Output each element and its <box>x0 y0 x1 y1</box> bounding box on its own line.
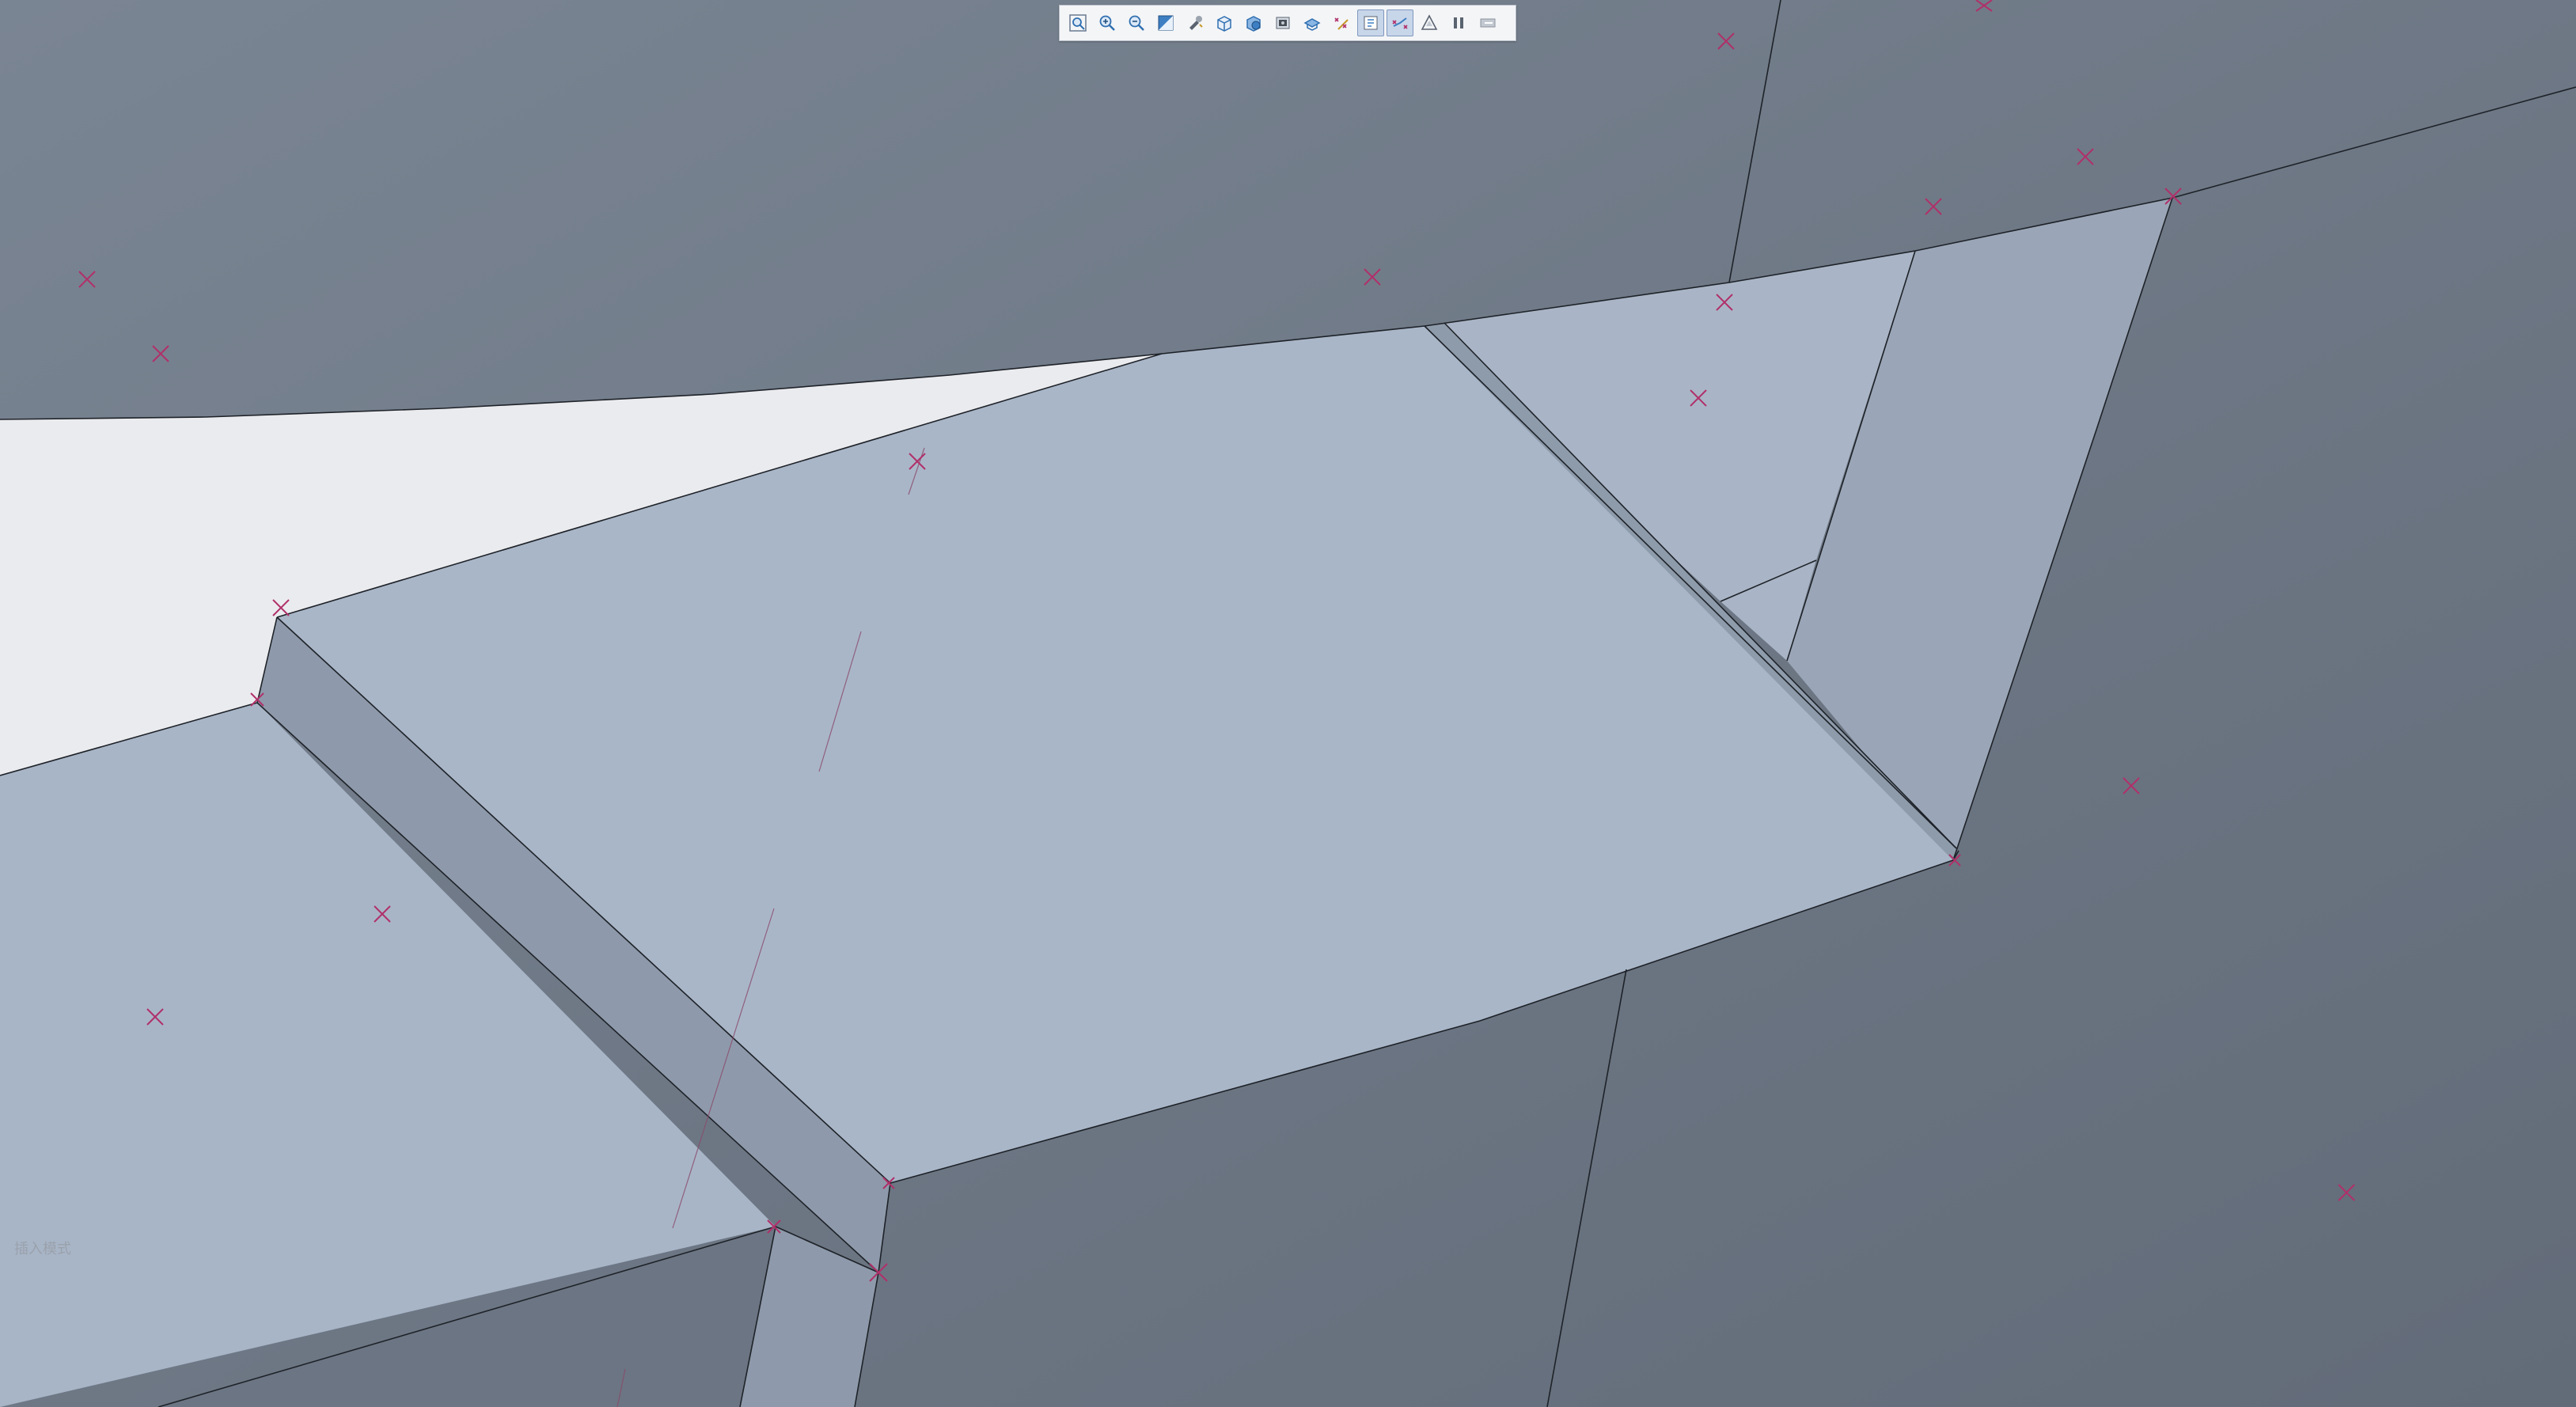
point-display-button[interactable] <box>1387 9 1413 36</box>
3d-viewport[interactable]: 插入模式 <box>0 0 2576 1407</box>
spin-center-button[interactable] <box>1182 9 1208 36</box>
annotation-display-button[interactable] <box>1357 9 1384 36</box>
zoom-out-icon <box>1129 15 1144 31</box>
pause-icon <box>1454 17 1463 28</box>
repaint-icon <box>1158 15 1174 31</box>
saved-orientation-icon <box>1303 18 1321 31</box>
csys-display-button[interactable] <box>1416 9 1443 36</box>
appearance-button[interactable] <box>1474 9 1501 36</box>
mode-status-label: 插入模式 <box>14 1241 71 1257</box>
spin-center-icon <box>1189 16 1203 30</box>
point-display-icon <box>1392 17 1408 29</box>
datum-display-button[interactable] <box>1328 9 1355 36</box>
zoom-in-icon <box>1099 15 1115 31</box>
view-manager-button[interactable] <box>1269 9 1296 36</box>
display-style-icon <box>1217 16 1231 32</box>
model-scene[interactable] <box>0 0 2576 1407</box>
view-manager-icon <box>1276 17 1290 29</box>
repaint-button[interactable] <box>1152 9 1179 36</box>
datum-display-icon <box>1334 17 1349 30</box>
zoom-in-button[interactable] <box>1094 9 1121 36</box>
zoom-fit-icon <box>1069 14 1087 32</box>
view-toolbar <box>1059 5 1516 41</box>
zoom-fit-button[interactable] <box>1064 9 1091 36</box>
named-views-button[interactable] <box>1240 9 1267 36</box>
appearance-icon <box>1480 18 1496 28</box>
saved-orientation-button[interactable] <box>1299 9 1326 36</box>
zoom-out-button[interactable] <box>1123 9 1150 36</box>
csys-display-icon <box>1421 14 1438 30</box>
display-style-button[interactable] <box>1211 9 1238 36</box>
pause-button[interactable] <box>1445 9 1472 36</box>
named-views-icon <box>1246 16 1261 32</box>
annotation-display-icon <box>1364 16 1378 30</box>
